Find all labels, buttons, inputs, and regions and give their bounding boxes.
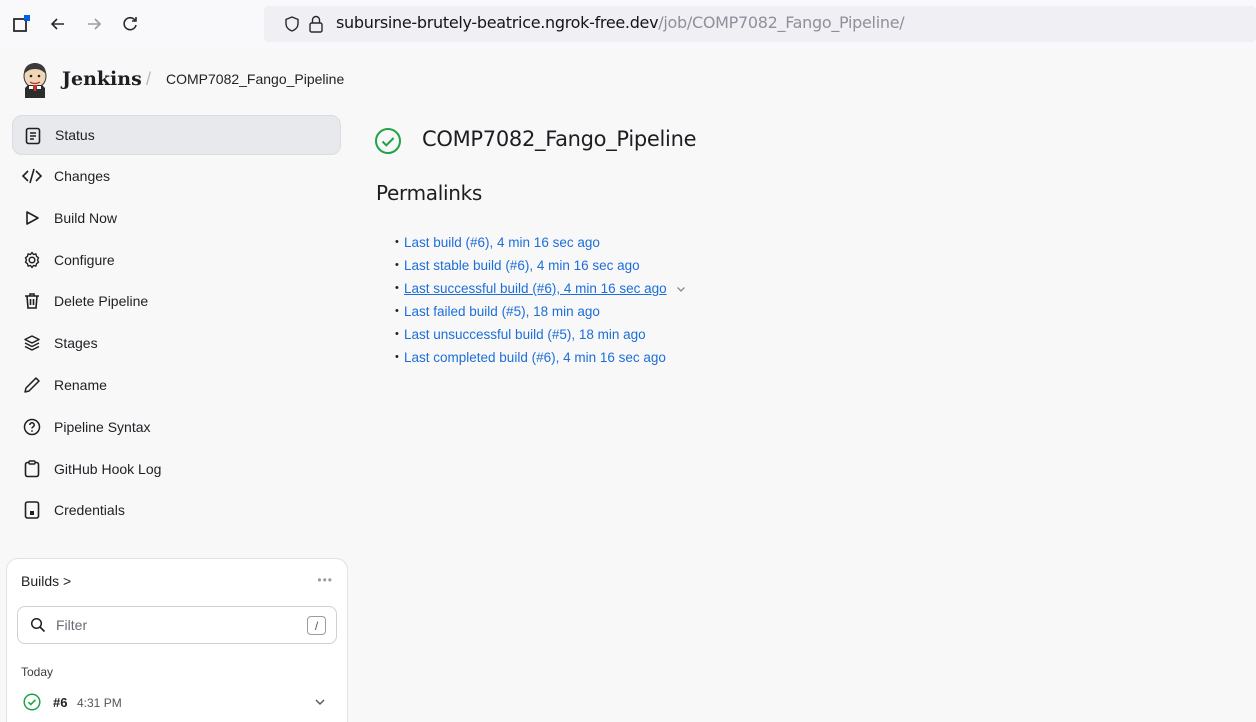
filter-input[interactable] xyxy=(56,615,296,635)
sidebar-item-status[interactable]: Status xyxy=(12,115,341,155)
tracking-shield-icon[interactable] xyxy=(284,16,300,37)
sidebar-item-rename[interactable]: Rename xyxy=(12,365,341,405)
back-icon[interactable] xyxy=(46,12,70,36)
lock-icon[interactable] xyxy=(308,15,324,38)
list-item: Last unsuccessful build (#5), 18 min ago xyxy=(395,327,687,350)
shortcut-key-hint: / xyxy=(307,616,326,635)
url-path: /job/COMP7082_Fango_Pipeline/ xyxy=(658,13,905,32)
builds-panel: Builds > ••• / Today #6 4:31 PM xyxy=(6,558,348,722)
permalink-last-stable-build[interactable]: Last stable build (#6), 4 min 16 sec ago xyxy=(404,258,640,273)
phone-icon xyxy=(22,500,42,520)
builds-title-link[interactable]: Builds > xyxy=(21,573,71,589)
build-number[interactable]: #6 xyxy=(53,695,67,710)
url-text[interactable]: subursine-brutely-beatrice.ngrok-free.de… xyxy=(336,13,905,32)
browser-toolbar: subursine-brutely-beatrice.ngrok-free.de… xyxy=(0,0,1256,50)
sidebar-item-label: Pipeline Syntax xyxy=(54,419,151,435)
sidebar-item-stages[interactable]: Stages xyxy=(12,323,341,363)
sidebar-item-changes[interactable]: Changes xyxy=(12,156,341,196)
layers-icon xyxy=(22,333,42,353)
permalink-last-completed-build[interactable]: Last completed build (#6), 4 min 16 sec … xyxy=(404,350,666,365)
permalinks-list: Last build (#6), 4 min 16 sec ago Last s… xyxy=(395,235,687,373)
sidebar-item-label: Delete Pipeline xyxy=(54,293,149,309)
breadcrumb-separator: / xyxy=(146,69,152,89)
forward-icon[interactable] xyxy=(82,12,106,36)
list-item: Last build (#6), 4 min 16 sec ago xyxy=(395,235,687,258)
list-item: Last successful build (#6), 4 min 16 sec… xyxy=(395,281,687,304)
build-time: 4:31 PM xyxy=(77,696,122,710)
build-row[interactable]: #6 4:31 PM xyxy=(19,692,337,714)
reload-icon[interactable] xyxy=(118,12,142,36)
builds-more-button[interactable]: ••• xyxy=(317,573,333,587)
address-bar[interactable]: subursine-brutely-beatrice.ngrok-free.de… xyxy=(264,6,1256,42)
sidebar-item-github-hook-log[interactable]: GitHub Hook Log xyxy=(12,449,341,489)
gear-icon xyxy=(22,250,42,270)
permalink-last-unsuccessful-build[interactable]: Last unsuccessful build (#5), 18 min ago xyxy=(404,327,646,342)
pencil-icon xyxy=(22,375,42,395)
jenkins-brand[interactable]: Jenkins xyxy=(62,68,142,90)
sidebar-item-label: Stages xyxy=(54,335,98,351)
sidebar-item-label: Build Now xyxy=(54,210,118,226)
url-host: subursine-brutely-beatrice.ngrok-free.de… xyxy=(336,13,659,32)
permalinks-heading: Permalinks xyxy=(376,181,483,205)
sidebar-item-label: Status xyxy=(55,127,95,143)
sidebar-item-configure[interactable]: Configure xyxy=(12,240,341,280)
chevron-down-icon[interactable] xyxy=(313,695,327,709)
status-icon xyxy=(23,126,43,146)
list-item: Last failed build (#5), 18 min ago xyxy=(395,304,687,327)
code-icon xyxy=(22,166,42,186)
permalink-last-successful-build[interactable]: Last successful build (#6), 4 min 16 sec… xyxy=(404,281,667,296)
job-success-icon xyxy=(374,127,402,155)
play-icon xyxy=(22,208,42,228)
sidebar-item-label: Changes xyxy=(54,168,111,184)
build-group-label: Today xyxy=(21,665,54,679)
success-icon xyxy=(23,693,41,711)
breadcrumb-job[interactable]: COMP7082_Fango_Pipeline xyxy=(166,71,344,87)
sidebar-item-pipeline-syntax[interactable]: Pipeline Syntax xyxy=(12,407,341,447)
help-icon xyxy=(22,417,42,437)
sidebar-item-delete-pipeline[interactable]: Delete Pipeline xyxy=(12,281,341,321)
permalink-last-build[interactable]: Last build (#6), 4 min 16 sec ago xyxy=(404,235,600,250)
clipboard-icon xyxy=(22,459,42,479)
sidebar-item-label: GitHub Hook Log xyxy=(54,461,162,477)
new-tab-icon[interactable] xyxy=(10,12,34,36)
list-item: Last completed build (#6), 4 min 16 sec … xyxy=(395,350,687,373)
builds-filter[interactable]: / xyxy=(17,606,337,644)
chevron-down-icon[interactable] xyxy=(675,283,687,295)
jenkins-logo[interactable] xyxy=(20,62,50,98)
sidebar-item-label: Configure xyxy=(54,252,115,268)
sidebar-item-build-now[interactable]: Build Now xyxy=(12,198,341,238)
page-title: COMP7082_Fango_Pipeline xyxy=(422,127,697,151)
sidebar-item-label: Credentials xyxy=(54,502,125,518)
sidebar-item-label: Rename xyxy=(54,377,107,393)
permalink-last-failed-build[interactable]: Last failed build (#5), 18 min ago xyxy=(404,304,600,319)
search-icon xyxy=(30,617,46,633)
list-item: Last stable build (#6), 4 min 16 sec ago xyxy=(395,258,687,281)
sidebar-item-credentials[interactable]: Credentials xyxy=(12,490,341,530)
trash-icon xyxy=(22,291,42,311)
